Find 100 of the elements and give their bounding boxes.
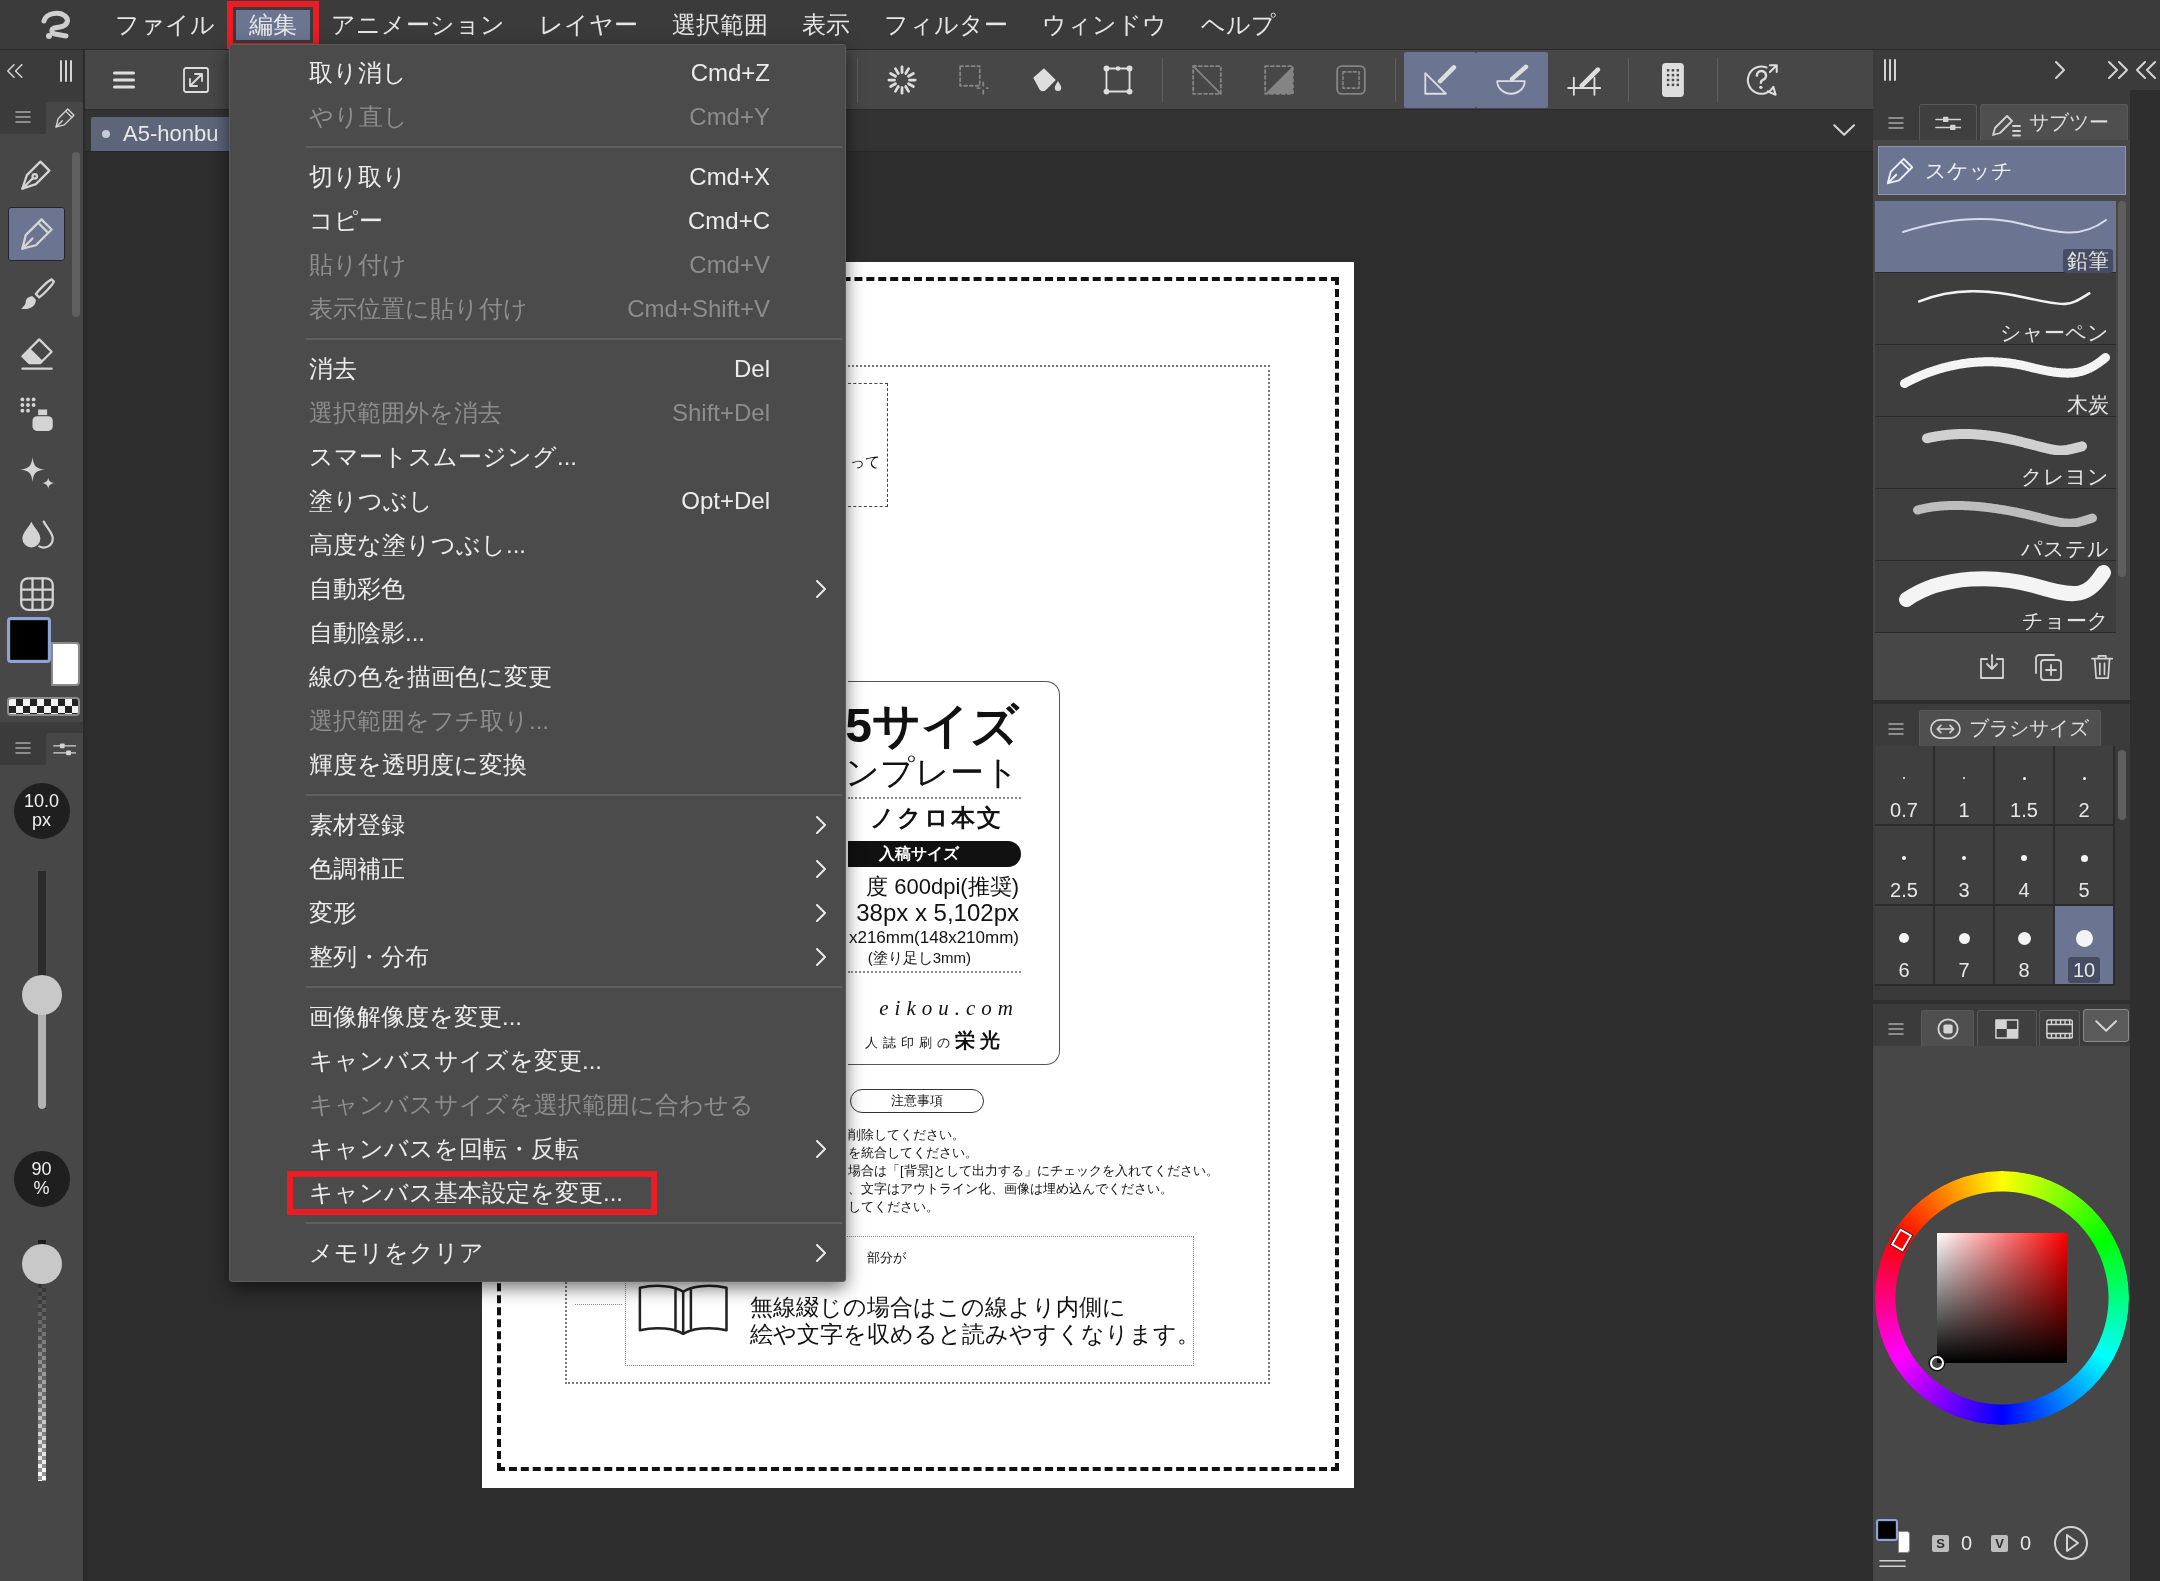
menu-item[interactable]: 切り取り Cmd+X [233,155,842,199]
double-chevron-right-icon[interactable] [2108,61,2128,79]
menu-item[interactable]: 自動陰影... [233,611,842,655]
import-icon[interactable] [1978,653,2005,680]
note-text: って [850,452,880,472]
menu-item[interactable]: 高度な塗りつぶし... [233,523,842,567]
panel-tab[interactable] [1977,1010,2037,1046]
menu-item[interactable]: 自動彩色 [233,567,842,611]
menu-bar-item[interactable]: ヘルプ [1184,4,1293,45]
menu-icon[interactable] [15,742,31,754]
color-swatch-icon[interactable] [51,642,80,686]
menu-bar-item[interactable]: フィルター [867,4,1025,45]
menu-item[interactable]: キャンバス基本設定を変更... [233,1171,842,1215]
tone-handle[interactable] [1929,1356,1944,1370]
brush-size-option[interactable]: 1 [1935,746,1995,826]
color-swatch-icon[interactable] [7,617,51,663]
resize-arrows-icon [1930,718,1961,739]
brush-size-option[interactable]: 7 [1935,906,1995,986]
menu-bar-item[interactable]: ウィンドウ [1025,4,1184,45]
brush-item[interactable]: クレヨン [1875,417,2116,489]
scrollbar-thumb[interactable] [2118,201,2126,577]
menu-item[interactable]: 取り消し Cmd+Z [233,51,842,95]
scrollbar-thumb[interactable] [2118,750,2126,820]
brush-size-option[interactable]: 4 [1995,826,2055,906]
spec-text: x216mm(148x210mm) [848,928,1019,948]
color-swatch-icon[interactable] [1898,1531,1910,1553]
menu-bar-item[interactable]: 選択範囲 [655,4,785,45]
panel-tab[interactable] [1919,104,1977,140]
menu-bar-item[interactable]: レイヤー [522,4,655,45]
menu-item[interactable]: キャンバスを回転・反転 [233,1127,842,1171]
brush-size-option[interactable]: 2.5 [1875,826,1935,906]
brush-item[interactable]: パステル [1875,489,2116,561]
menu-icon[interactable] [1888,117,1904,129]
brush-item[interactable]: 木炭 [1875,345,2116,417]
menu-item[interactable]: 塗りつぶし Opt+Del [233,479,842,523]
transparent-swatch-icon[interactable] [7,697,80,716]
menu-item[interactable]: 画像解像度を変更... [233,995,842,1039]
saturation-value-picker[interactable] [1936,1233,2067,1363]
panel-tab[interactable]: ブラシサイズ [1919,710,2101,746]
brush-size-option[interactable]: 5 [2055,826,2115,906]
menu-item[interactable]: キャンバスサイズを変更... [233,1039,842,1083]
panel-tab[interactable] [46,733,83,765]
spec-text: (塗り足し3mm) [867,948,971,968]
chevron-right-icon[interactable] [2055,61,2065,79]
menu-icon[interactable] [1888,723,1904,735]
double-chevron-left-icon[interactable] [7,64,23,78]
chevron-down-icon[interactable] [1832,124,1855,136]
brush-item[interactable]: シャーペン [1875,273,2116,345]
airbrush-icon [18,396,55,432]
tool-button[interactable] [8,207,65,261]
dropdown-button[interactable] [2083,1009,2129,1042]
menu-bar-item[interactable]: 編集 [227,0,319,49]
panel-tab[interactable]: サブツー [1980,104,2128,140]
brush-size-option[interactable]: 3 [1935,826,1995,906]
color-swatch-icon[interactable] [1876,1519,1898,1541]
menu-icon[interactable] [1888,1023,1904,1035]
lines-icon[interactable] [1879,1559,1906,1568]
menu-item[interactable]: 輝度を透明度に変換 [233,743,842,787]
card-subtitle: ンプレート [845,752,1019,792]
tool-group-item[interactable]: スケッチ [1878,146,2126,195]
menu-item[interactable]: メモリをクリア [233,1231,842,1275]
brush-size-option[interactable]: 1.5 [1995,746,2055,826]
brush-size-option[interactable]: 10 [2055,906,2115,986]
spec-badge: 入稿サイズ [848,841,1021,867]
document-tab[interactable]: A5-honbu [91,117,231,151]
brush-item[interactable]: チョーク [1875,561,2116,633]
phone-grid-icon [1662,62,1684,97]
mosaic-icon [1995,1018,2019,1039]
brush-size-option[interactable]: 8 [1995,906,2055,986]
brush-size-option[interactable]: 6 [1875,906,1935,986]
double-chevron-left-icon[interactable] [2136,61,2156,79]
play-icon[interactable] [2054,1526,2088,1560]
menu-item[interactable]: 素材登録 [233,803,842,847]
panel-tab[interactable] [2039,1010,2080,1046]
menu-item[interactable]: 色調補正 [233,847,842,891]
duplicate-icon[interactable] [2033,652,2062,681]
trash-icon[interactable] [2090,653,2113,680]
scrollbar-thumb[interactable] [72,152,80,317]
brush-size-option[interactable]: 0.7 [1875,746,1935,826]
channel-badge: S [1932,1534,1949,1552]
menu-item[interactable]: コピー Cmd+C [233,199,842,243]
brush-item[interactable]: 鉛筆 [1875,201,2116,273]
menu-bar-item[interactable]: 表示 [785,4,867,45]
panel-tab[interactable] [1921,1010,1974,1046]
menu-item[interactable]: 変形 [233,891,842,935]
menu-item[interactable]: 消去 Del [233,347,842,391]
slider-thumb[interactable] [21,974,62,1015]
menu-item[interactable]: 線の色を描画色に変更 [233,655,842,699]
menu-item[interactable]: 整列・分布 [233,935,842,979]
grip-icon[interactable] [59,60,73,82]
menu-icon[interactable] [15,111,31,123]
slider-thumb[interactable] [21,1244,62,1285]
notice-text: してください。 [848,1198,940,1216]
brush-size-option[interactable]: 2 [2055,746,2115,826]
transform-frame-icon [1103,64,1133,95]
panel-tab[interactable] [46,102,83,134]
sliders-icon [52,742,77,756]
grip-icon[interactable] [1883,59,1897,81]
menu-item[interactable]: スマートスムージング... [233,435,842,479]
notice-text: を統合してください。 [848,1144,979,1162]
